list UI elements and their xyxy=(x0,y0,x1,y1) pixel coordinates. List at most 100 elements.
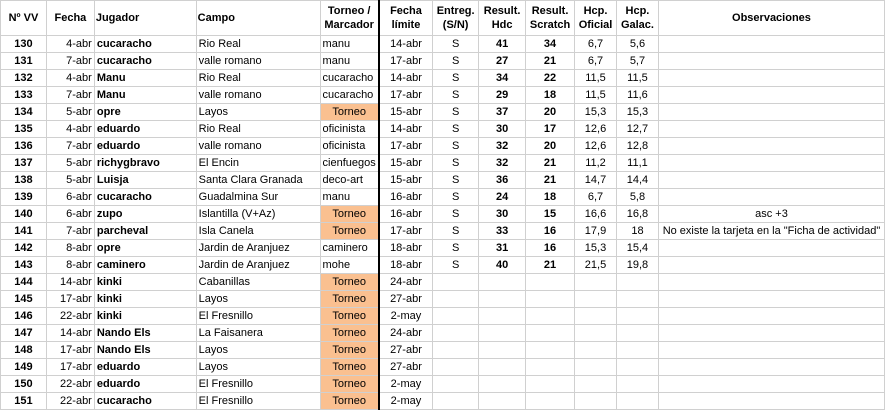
cell-entregado[interactable]: S xyxy=(432,171,480,189)
cell-entregado[interactable]: S xyxy=(432,222,480,240)
cell-fecha[interactable]: 8-abr xyxy=(45,256,95,274)
cell-campo[interactable]: Rio Real xyxy=(195,35,321,53)
header-observaciones[interactable]: Observaciones xyxy=(657,0,885,36)
cell-observaciones[interactable] xyxy=(657,154,885,172)
cell-hcp-oficial[interactable]: 21,5 xyxy=(574,256,617,274)
cell-fecha-limite[interactable]: 15-abr xyxy=(378,171,434,189)
cell-observaciones[interactable] xyxy=(657,137,885,155)
cell-entregado[interactable]: S xyxy=(432,103,480,121)
cell-result-scratch[interactable] xyxy=(525,307,576,325)
cell-jugador[interactable]: cucaracho xyxy=(93,35,197,53)
cell-nvv[interactable]: 142 xyxy=(0,239,47,257)
cell-result-hdc[interactable]: 37 xyxy=(478,103,527,121)
cell-hcp-galac[interactable] xyxy=(615,375,659,393)
cell-entregado[interactable] xyxy=(432,324,480,342)
cell-jugador[interactable]: eduardo xyxy=(93,120,197,138)
cell-observaciones[interactable] xyxy=(657,341,885,359)
cell-nvv[interactable]: 135 xyxy=(0,120,47,138)
cell-nvv[interactable]: 139 xyxy=(0,188,47,206)
cell-nvv[interactable]: 130 xyxy=(0,35,47,53)
cell-fecha[interactable]: 17-abr xyxy=(45,358,95,376)
cell-torneo-marcador[interactable]: Torneo xyxy=(319,341,380,359)
cell-entregado[interactable]: S xyxy=(432,120,480,138)
cell-observaciones[interactable] xyxy=(657,375,885,393)
cell-result-scratch[interactable]: 15 xyxy=(525,205,576,223)
header-result-scratch[interactable]: Result. Scratch xyxy=(525,0,576,36)
cell-entregado[interactable] xyxy=(432,273,480,291)
cell-hcp-galac[interactable]: 19,8 xyxy=(615,256,659,274)
cell-fecha-limite[interactable]: 15-abr xyxy=(378,103,434,121)
cell-fecha-limite[interactable]: 17-abr xyxy=(378,86,434,104)
cell-hcp-galac[interactable]: 11,1 xyxy=(615,154,659,172)
cell-jugador[interactable]: kinki xyxy=(93,307,197,325)
cell-hcp-galac[interactable] xyxy=(615,358,659,376)
cell-campo[interactable]: valle romano xyxy=(195,137,321,155)
cell-hcp-oficial[interactable]: 16,6 xyxy=(574,205,617,223)
cell-fecha-limite[interactable]: 16-abr xyxy=(378,188,434,206)
cell-fecha[interactable]: 4-abr xyxy=(45,69,95,87)
cell-torneo-marcador[interactable]: caminero xyxy=(319,239,380,257)
cell-fecha-limite[interactable]: 24-abr xyxy=(378,273,434,291)
cell-nvv[interactable]: 136 xyxy=(0,137,47,155)
cell-jugador[interactable]: eduardo xyxy=(93,137,197,155)
cell-hcp-galac[interactable] xyxy=(615,273,659,291)
header-entregado[interactable]: Entreg. (S/N) xyxy=(432,0,480,36)
cell-result-hdc[interactable]: 31 xyxy=(478,239,527,257)
cell-campo[interactable]: El Fresnillo xyxy=(195,375,321,393)
cell-result-hdc[interactable]: 32 xyxy=(478,137,527,155)
cell-fecha[interactable]: 7-abr xyxy=(45,137,95,155)
cell-entregado[interactable]: S xyxy=(432,188,480,206)
cell-hcp-oficial[interactable] xyxy=(574,341,617,359)
cell-nvv[interactable]: 144 xyxy=(0,273,47,291)
cell-result-scratch[interactable]: 21 xyxy=(525,256,576,274)
cell-observaciones[interactable] xyxy=(657,256,885,274)
cell-fecha[interactable]: 5-abr xyxy=(45,103,95,121)
cell-result-scratch[interactable]: 20 xyxy=(525,103,576,121)
cell-entregado[interactable] xyxy=(432,290,480,308)
cell-fecha-limite[interactable]: 27-abr xyxy=(378,341,434,359)
cell-campo[interactable]: Jardin de Aranjuez xyxy=(195,256,321,274)
cell-nvv[interactable]: 137 xyxy=(0,154,47,172)
cell-torneo-marcador[interactable]: manu xyxy=(319,52,380,70)
cell-hcp-galac[interactable]: 12,7 xyxy=(615,120,659,138)
cell-hcp-oficial[interactable]: 15,3 xyxy=(574,103,617,121)
cell-nvv[interactable]: 134 xyxy=(0,103,47,121)
cell-fecha-limite[interactable]: 18-abr xyxy=(378,256,434,274)
cell-entregado[interactable] xyxy=(432,341,480,359)
cell-hcp-galac[interactable]: 15,4 xyxy=(615,239,659,257)
cell-result-scratch[interactable] xyxy=(525,324,576,342)
header-hcp-oficial[interactable]: Hcp. Oficial xyxy=(574,0,617,36)
cell-result-hdc[interactable]: 36 xyxy=(478,171,527,189)
cell-result-hdc[interactable] xyxy=(478,375,527,393)
cell-fecha[interactable]: 17-abr xyxy=(45,341,95,359)
cell-campo[interactable]: valle romano xyxy=(195,86,321,104)
cell-campo[interactable]: La Faisanera xyxy=(195,324,321,342)
cell-result-hdc[interactable]: 33 xyxy=(478,222,527,240)
cell-result-hdc[interactable]: 27 xyxy=(478,52,527,70)
header-torneo-marcador[interactable]: Torneo / Marcador xyxy=(319,0,380,36)
cell-result-scratch[interactable]: 16 xyxy=(525,239,576,257)
cell-fecha[interactable]: 4-abr xyxy=(45,120,95,138)
cell-torneo-marcador[interactable]: cucaracho xyxy=(319,69,380,87)
cell-jugador[interactable]: Manu xyxy=(93,69,197,87)
cell-observaciones[interactable] xyxy=(657,273,885,291)
cell-jugador[interactable]: eduardo xyxy=(93,358,197,376)
cell-observaciones[interactable] xyxy=(657,290,885,308)
cell-result-scratch[interactable] xyxy=(525,358,576,376)
header-campo[interactable]: Campo xyxy=(195,0,321,36)
cell-observaciones[interactable] xyxy=(657,239,885,257)
cell-campo[interactable]: Islantilla (V+Az) xyxy=(195,205,321,223)
cell-hcp-oficial[interactable]: 11,2 xyxy=(574,154,617,172)
cell-nvv[interactable]: 146 xyxy=(0,307,47,325)
cell-campo[interactable]: Layos xyxy=(195,290,321,308)
cell-hcp-oficial[interactable]: 11,5 xyxy=(574,69,617,87)
cell-result-scratch[interactable] xyxy=(525,290,576,308)
cell-fecha[interactable]: 22-abr xyxy=(45,307,95,325)
cell-observaciones[interactable] xyxy=(657,324,885,342)
cell-campo[interactable]: valle romano xyxy=(195,52,321,70)
cell-hcp-oficial[interactable] xyxy=(574,290,617,308)
cell-fecha-limite[interactable]: 17-abr xyxy=(378,137,434,155)
cell-hcp-galac[interactable]: 14,4 xyxy=(615,171,659,189)
cell-torneo-marcador[interactable]: Torneo xyxy=(319,324,380,342)
cell-jugador[interactable]: cucaracho xyxy=(93,392,197,410)
